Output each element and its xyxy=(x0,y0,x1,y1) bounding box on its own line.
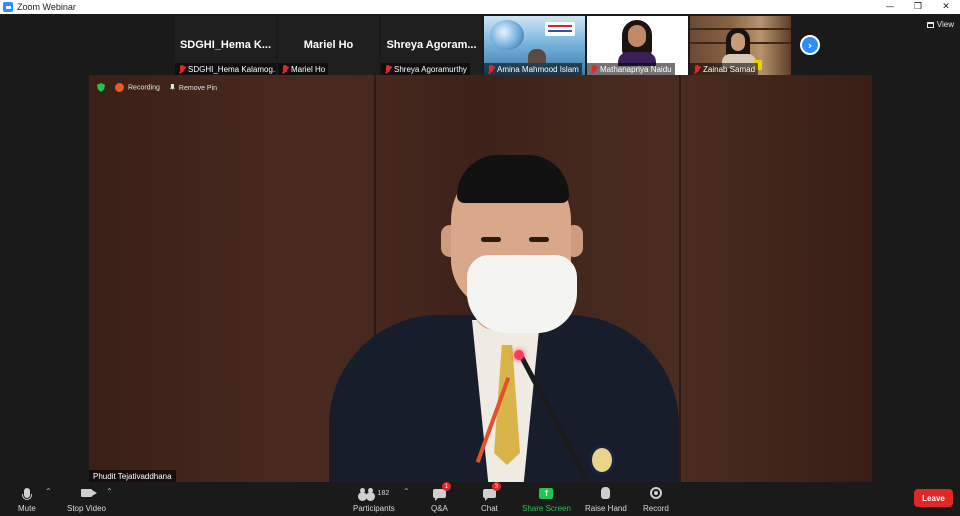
participant-label: Mariel Ho xyxy=(278,63,329,75)
leave-button[interactable]: Leave xyxy=(914,489,953,507)
pin-icon xyxy=(169,83,175,92)
chevron-right-icon: › xyxy=(807,38,813,52)
participant-label: Mathanapriya Naidu xyxy=(587,63,675,75)
participants-icon xyxy=(359,488,375,498)
mute-label: Mute xyxy=(18,504,36,513)
grid-icon xyxy=(926,21,934,28)
mic-muted-icon xyxy=(590,64,598,74)
mic-muted-icon xyxy=(178,64,186,74)
meeting-area: View SDGHI_Hema K... SDGHI_Hema Kalamog.… xyxy=(0,14,960,482)
participant-video-face xyxy=(628,25,646,47)
participant-name: Mathanapriya Naidu xyxy=(600,64,672,74)
participant-name: Amina Mahmood Islam xyxy=(497,64,579,74)
participants-label: Participants xyxy=(353,504,395,513)
meeting-indicators: Recording Remove Pin xyxy=(97,83,217,92)
microphone-icon xyxy=(21,488,32,500)
participant-video-person xyxy=(528,49,546,63)
audio-options-caret-icon[interactable]: ⌃ xyxy=(45,487,52,496)
microphone-light xyxy=(514,350,524,360)
qa-button[interactable]: 1 Q&A xyxy=(431,482,451,513)
mic-muted-icon xyxy=(281,64,289,74)
participant-name: Mariel Ho xyxy=(291,64,326,74)
main-video[interactable]: Recording Remove Pin xyxy=(89,75,872,482)
participant-display-name: Mariel Ho xyxy=(303,39,354,51)
remove-pin-button[interactable]: Remove Pin xyxy=(169,83,218,92)
record-label: Record xyxy=(643,504,669,513)
qa-label: Q&A xyxy=(431,504,448,513)
next-page-button[interactable]: › xyxy=(800,35,820,55)
participant-thumbnail[interactable]: Mariel Ho Mariel Ho xyxy=(278,16,379,75)
virtual-background-logo xyxy=(545,22,575,36)
participant-video-face xyxy=(731,33,745,51)
encryption-shield-icon[interactable] xyxy=(97,83,105,92)
video-options-caret-icon[interactable]: ⌃ xyxy=(106,487,113,496)
speaker-face-mask xyxy=(467,255,577,333)
participants-options-caret-icon[interactable]: ⌃ xyxy=(403,487,410,496)
meeting-toolbar: Mute ⌃ Stop Video ⌃ 182 Participants ⌃ 1… xyxy=(0,482,960,516)
mic-muted-icon xyxy=(487,64,495,74)
speaker-hair xyxy=(457,155,569,203)
participant-label: SDGHI_Hema Kalamog... xyxy=(175,63,276,75)
camera-icon xyxy=(81,489,97,497)
participant-name: SDGHI_Hema Kalamog... xyxy=(188,64,276,74)
title-bar: Zoom Webinar — ❐ ✕ xyxy=(0,0,960,14)
participant-thumbnail[interactable]: Shreya Agoram... Shreya Agoramurthy xyxy=(381,16,482,75)
view-button[interactable]: View xyxy=(926,20,954,29)
participant-video-thumbnail[interactable]: Zainab Samad xyxy=(690,16,791,75)
minimize-button[interactable]: — xyxy=(876,0,904,14)
participant-label: Shreya Agoramurthy xyxy=(381,63,470,75)
raise-hand-label: Raise Hand xyxy=(585,504,627,513)
raise-hand-button[interactable]: Raise Hand xyxy=(585,485,627,513)
wall-panel-seam xyxy=(679,75,681,482)
mic-muted-icon xyxy=(693,64,701,74)
share-screen-icon: ↑ xyxy=(539,487,554,499)
share-screen-label: Share Screen xyxy=(522,504,571,513)
speaker-eye xyxy=(529,237,549,242)
mute-button[interactable]: Mute xyxy=(18,485,36,513)
record-icon xyxy=(649,487,662,499)
participant-video-thumbnail[interactable]: Amina Mahmood Islam xyxy=(484,16,585,75)
mic-muted-icon xyxy=(384,64,392,74)
restore-button[interactable]: ❐ xyxy=(904,0,932,14)
participants-button[interactable]: 182 Participants xyxy=(353,485,395,513)
thumbnail-strip: SDGHI_Hema K... SDGHI_Hema Kalamog... Ma… xyxy=(175,16,820,75)
stop-video-label: Stop Video xyxy=(67,504,106,513)
participant-name: Zainab Samad xyxy=(703,64,756,74)
chat-badge: 3 xyxy=(491,482,501,491)
participant-name: Shreya Agoramurthy xyxy=(394,64,467,74)
remove-pin-label: Remove Pin xyxy=(178,84,218,92)
recording-label: Recording xyxy=(128,84,160,92)
close-button[interactable]: ✕ xyxy=(932,0,960,14)
speaker-eye xyxy=(481,237,501,242)
participant-display-name: SDGHI_Hema K... xyxy=(179,39,272,51)
window-controls: — ❐ ✕ xyxy=(876,0,960,14)
record-button[interactable]: Record xyxy=(643,485,669,513)
participant-label: Zainab Samad xyxy=(690,63,759,75)
qa-badge: 1 xyxy=(441,482,451,491)
participant-video-thumbnail[interactable]: Mathanapriya Naidu xyxy=(587,16,688,75)
participants-count: 182 xyxy=(377,489,390,497)
virtual-background-globe xyxy=(490,20,524,50)
participant-label: Amina Mahmood Islam xyxy=(484,63,582,75)
window-title: Zoom Webinar xyxy=(17,2,76,12)
view-label: View xyxy=(936,20,954,29)
zoom-logo-icon xyxy=(3,2,13,12)
stop-video-button[interactable]: Stop Video xyxy=(67,485,106,513)
recording-icon xyxy=(115,83,124,92)
chat-button[interactable]: 3 Chat xyxy=(481,482,501,513)
active-speaker-name: Phudit Tejativaddhana xyxy=(89,470,176,482)
lapel-emblem xyxy=(589,445,615,475)
share-screen-button[interactable]: ↑ Share Screen xyxy=(522,485,571,513)
participant-thumbnail[interactable]: SDGHI_Hema K... SDGHI_Hema Kalamog... xyxy=(175,16,276,75)
hand-icon xyxy=(601,487,611,499)
participant-display-name: Shreya Agoram... xyxy=(386,39,477,51)
chat-label: Chat xyxy=(481,504,498,513)
recording-indicator: Recording xyxy=(115,83,160,92)
